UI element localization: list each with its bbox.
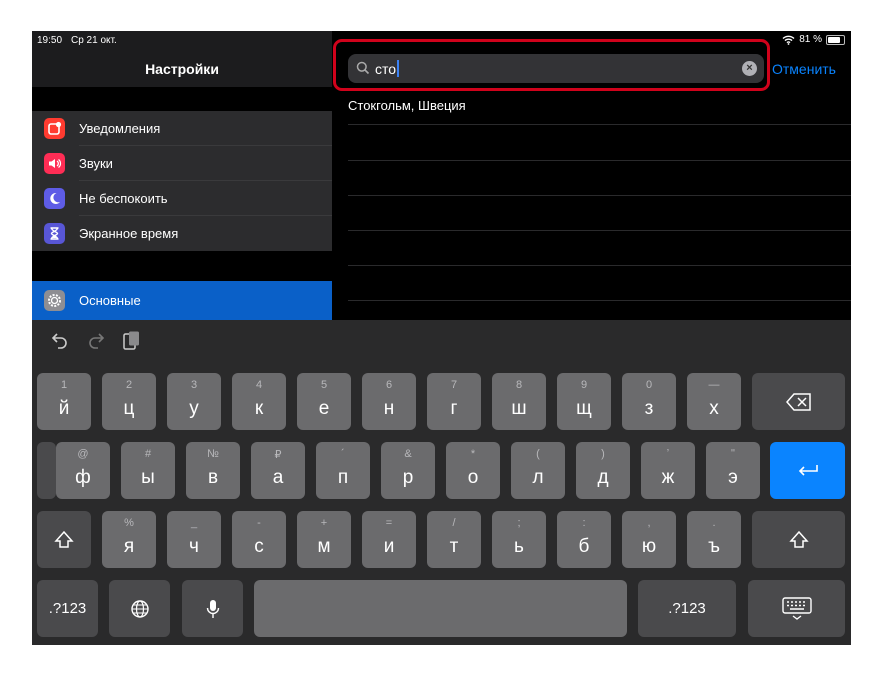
- key-р[interactable]: & р: [381, 442, 435, 499]
- key-б[interactable]: :б: [557, 511, 611, 568]
- empty-result-row: [348, 195, 851, 231]
- key-ц[interactable]: 2ц: [102, 373, 156, 430]
- moon-icon: [44, 188, 65, 209]
- battery-icon: [826, 34, 845, 45]
- battery-percent: 81 %: [799, 34, 822, 45]
- key-и[interactable]: = и: [362, 511, 416, 568]
- key-ф[interactable]: @ ф: [56, 442, 110, 499]
- microphone-icon: [206, 599, 219, 618]
- sidebar-item-sounds[interactable]: Звуки: [32, 146, 332, 181]
- key-н[interactable]: 6н: [362, 373, 416, 430]
- key-х[interactable]: — х: [687, 373, 741, 430]
- search-result-item[interactable]: Стокгольм, Швеция: [348, 89, 851, 125]
- key-т[interactable]: / т: [427, 511, 481, 568]
- key-ш[interactable]: 8ш: [492, 373, 546, 430]
- keyboard: 1й 2ц 3у 4к 5е 6н 7г 8ш 9щ 0з — х @ ф # ы №…: [32, 320, 851, 645]
- empty-result-row: [348, 230, 851, 266]
- key-л[interactable]: (л: [511, 442, 565, 499]
- sidebar-item-label: Звуки: [79, 156, 113, 171]
- return-key[interactable]: [770, 442, 845, 499]
- shift-key-right[interactable]: [752, 511, 845, 568]
- sidebar-item-do-not-disturb[interactable]: Не беспокоить: [32, 181, 332, 216]
- key-з[interactable]: 0з: [622, 373, 676, 430]
- paste-icon[interactable]: [122, 330, 142, 352]
- wifi-icon: [782, 35, 795, 45]
- key-э[interactable]: ʺэ: [706, 442, 760, 499]
- shift-icon: [54, 530, 74, 548]
- settings-sidebar: Настройки Уведомления Звуки Не беспокоит…: [32, 31, 332, 321]
- speaker-icon: [44, 153, 65, 174]
- key-к[interactable]: 4к: [232, 373, 286, 430]
- section-gap: [32, 251, 332, 281]
- key-ь[interactable]: ; ь: [492, 511, 546, 568]
- key-о[interactable]: * о: [446, 442, 500, 499]
- search-highlight-frame: [333, 39, 770, 91]
- key-ъ[interactable]: .ъ: [687, 511, 741, 568]
- key-ю[interactable]: ,ю: [622, 511, 676, 568]
- empty-result-row: [348, 265, 851, 301]
- undo-icon[interactable]: [50, 330, 70, 350]
- section-gap: [32, 87, 332, 111]
- numbers-key-right[interactable]: .?123: [638, 580, 736, 637]
- key-ж[interactable]: ʼж: [641, 442, 695, 499]
- key-щ[interactable]: 9щ: [557, 373, 611, 430]
- backspace-icon: [785, 392, 811, 411]
- numbers-key-left[interactable]: .?123: [37, 580, 98, 637]
- shift-key-left[interactable]: [37, 511, 91, 568]
- space-key[interactable]: [254, 580, 627, 637]
- key-й[interactable]: 1й: [37, 373, 91, 430]
- sidebar-item-notifications[interactable]: Уведомления: [32, 111, 332, 146]
- sidebar-item-label: Не беспокоить: [79, 191, 168, 206]
- sidebar-item-label: Основные: [79, 293, 141, 308]
- status-time: 19:50: [37, 35, 63, 46]
- sidebar-title: Настройки: [145, 61, 219, 77]
- key-п[interactable]: ´ п: [316, 442, 370, 499]
- empty-result-row: [348, 125, 851, 161]
- key-у[interactable]: 3у: [167, 373, 221, 430]
- hide-keyboard-key[interactable]: [748, 580, 845, 637]
- key-м[interactable]: + м: [297, 511, 351, 568]
- shift-icon: [788, 530, 809, 548]
- dictation-key[interactable]: [182, 580, 243, 637]
- key-д[interactable]: ) д: [576, 442, 630, 499]
- sidebar-item-general[interactable]: Основные: [32, 281, 332, 321]
- sidebar-item-screen-time[interactable]: Экранное время: [32, 216, 332, 251]
- key-а[interactable]: ₽ а: [251, 442, 305, 499]
- key-е[interactable]: 5е: [297, 373, 351, 430]
- sidebar-item-label: Уведомления: [79, 121, 161, 136]
- redo-icon[interactable]: [86, 330, 106, 350]
- key-ч[interactable]: _ ч: [167, 511, 221, 568]
- hourglass-icon: [44, 223, 65, 244]
- key-в[interactable]: № в: [186, 442, 240, 499]
- return-icon: [798, 464, 818, 476]
- empty-result-row: [348, 160, 851, 196]
- gear-icon: [44, 290, 65, 311]
- sidebar-item-label: Экранное время: [79, 226, 179, 241]
- key-edge-left: [37, 442, 56, 499]
- key-г[interactable]: 7г: [427, 373, 481, 430]
- delete-key[interactable]: [752, 373, 845, 430]
- globe-icon: [130, 599, 149, 618]
- key-с[interactable]: -с: [232, 511, 286, 568]
- cancel-button[interactable]: Отменить: [772, 61, 836, 77]
- status-date: Ср 21 окт.: [71, 35, 117, 46]
- language-key[interactable]: [109, 580, 170, 637]
- notifications-icon: [44, 118, 65, 139]
- ipad-screen: Настройки Уведомления Звуки Не беспокоит…: [32, 31, 851, 645]
- keyboard-dismiss-icon: [781, 596, 812, 620]
- key-я[interactable]: % я: [102, 511, 156, 568]
- key-ы[interactable]: # ы: [121, 442, 175, 499]
